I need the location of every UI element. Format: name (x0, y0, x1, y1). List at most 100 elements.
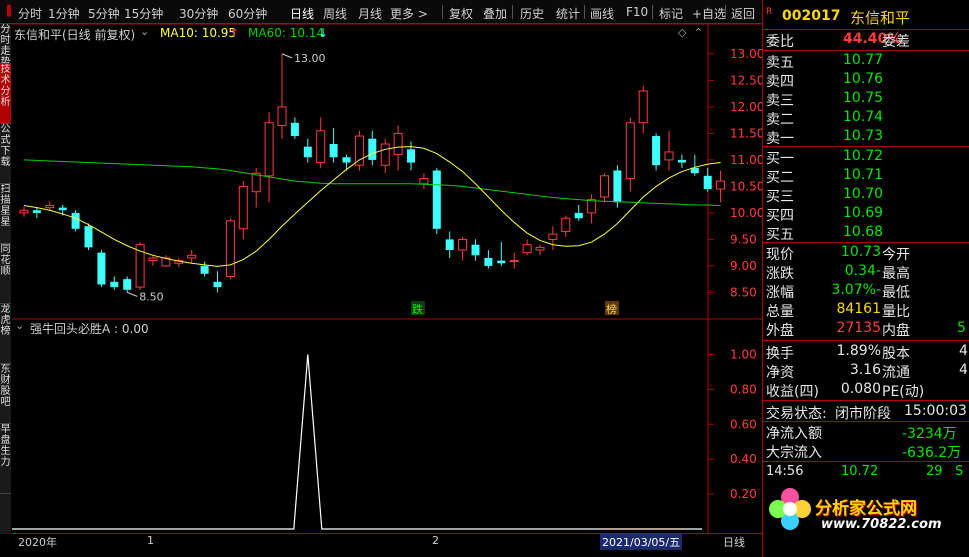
toolbar-separator (725, 5, 726, 19)
quote-right-label: 内盘 (882, 323, 910, 339)
toolbar-item-1[interactable]: 1分钟 (48, 5, 80, 22)
quote-value: -0.34 (844, 263, 881, 279)
ma10-label: MA10: 10.95 (160, 26, 237, 40)
toolbar-item-16[interactable]: 标记 (659, 5, 683, 22)
low-marker-label: 8.50 (139, 290, 164, 303)
toolbar-item-5[interactable]: 60分钟 (228, 5, 267, 22)
toolbar-item-0[interactable]: 分时 (18, 5, 42, 22)
indicator-chevron-icon[interactable]: ⌄ (15, 319, 24, 332)
candle-body-up (716, 180, 726, 190)
weicha-label: 委差 (882, 34, 910, 50)
quote-value: 27135 (836, 320, 881, 336)
toolbar-item-13[interactable]: 统计 (556, 5, 580, 22)
candle-body-up (535, 246, 545, 251)
kline-chart[interactable]: 13.00 12.50 12.00 11.50 11.00 10.50 10.00 9.50 9… (12, 24, 762, 533)
sidebar-tab-4[interactable]: 同花顺 (0, 244, 11, 304)
toolbar-item-17[interactable]: +自选 (692, 5, 726, 22)
y-tick-label: 9.00 (730, 259, 757, 273)
candle-body-up (561, 217, 571, 232)
candle-body-down (652, 136, 661, 166)
tick-price: 10.72 (841, 464, 879, 479)
axis-cursor-date: 2021/03/05/五 (600, 534, 683, 550)
toolbar-item-8[interactable]: 月线 (358, 5, 382, 22)
toolbar-item-15[interactable]: F10 (626, 5, 648, 19)
candle-body-down (200, 265, 209, 274)
toolbar-item-18[interactable]: 返回 (731, 5, 755, 22)
chevron-down-icon[interactable]: ⌄ (140, 25, 149, 38)
period-label[interactable]: 日线 (723, 534, 745, 550)
tick-volume: 29 (926, 464, 943, 479)
stat-label: 收益(四) (766, 384, 819, 400)
toolbar-item-6[interactable]: 日线 (290, 5, 314, 22)
toolbar-item-7[interactable]: 周线 (323, 5, 347, 22)
toolbar-item-11[interactable]: 叠加 (483, 5, 507, 22)
candle-body-up (600, 175, 609, 198)
sell-level-label: 卖二 (766, 112, 794, 128)
candle-body-up (316, 130, 326, 164)
badge-bang: 榜 (606, 302, 617, 316)
axis-month-2: 2 (432, 534, 439, 547)
candle-body-down (471, 244, 480, 256)
quote-right-label: 最高 (882, 266, 910, 282)
y-tick-label: 13.00 (730, 47, 762, 61)
sell-level-price: 10.76 (843, 71, 884, 87)
toolbar-item-12[interactable]: 历史 (520, 5, 544, 22)
quote-label: 涨幅 (766, 285, 794, 301)
candle-body-up (354, 135, 364, 166)
candle-body-up (148, 257, 158, 262)
net-inflow-value: -3234万 (902, 426, 957, 442)
sidebar-tab-7[interactable]: 早盘生力 (0, 424, 11, 494)
quote-value: 84161 (836, 301, 881, 317)
candle-body-up (238, 185, 248, 230)
stat-label: 换手 (766, 346, 794, 362)
toolbar-separator (652, 5, 653, 19)
buy-level-price: 10.70 (843, 186, 884, 202)
sidebar-tab-3[interactable]: 扫描星星 (0, 184, 11, 244)
y-tick-label: 11.00 (730, 153, 762, 167)
toolbar-item-10[interactable]: 复权 (449, 5, 473, 22)
toolbar-item-2[interactable]: 5分钟 (88, 5, 120, 22)
high-marker-label: 13.00 (294, 52, 326, 65)
indicator-line (12, 354, 702, 530)
sidebar-tab-5[interactable]: 龙虎榜 (0, 304, 11, 364)
toolbar-item-3[interactable]: 15分钟 (124, 5, 163, 22)
tick-time: 14:56 (766, 464, 804, 479)
candle-body-up (664, 151, 674, 161)
buy-level-price: 10.72 (843, 148, 884, 164)
sidebar-tab-1[interactable]: 技术分析 (0, 64, 11, 124)
candle-body-up (277, 106, 287, 126)
stat-label: 净资 (766, 365, 794, 381)
buy-level-label: 买四 (766, 208, 794, 224)
candle-body-up (587, 199, 597, 214)
toolbar-separator (584, 5, 585, 19)
quote-right-label: 量比 (882, 304, 910, 320)
y-tick-label: 10.00 (730, 206, 762, 220)
high-marker-line (281, 53, 293, 59)
candle-body-up (187, 254, 197, 259)
candle-body-down (368, 138, 377, 160)
candle-body-up (225, 220, 235, 278)
menu-icon[interactable]: ▐ (3, 6, 11, 17)
sidebar-tab-0[interactable]: 分时走势 (0, 24, 11, 64)
toolbar-item-9[interactable]: 更多 > (390, 5, 428, 22)
left-sidebar: 分时走势 技术分析 公式下载 扫描星星 同花顺 龙虎榜 东财股吧 早盘生力 (0, 24, 11, 534)
chevron-up-icon[interactable]: ⌃ (694, 26, 703, 39)
stat-extra: 4 (959, 343, 968, 359)
stat-value: 0.080 (840, 381, 881, 397)
sidebar-tab-6[interactable]: 东财股吧 (0, 364, 11, 424)
ma60-arrow: ↓ (318, 26, 329, 40)
candle-body-down (574, 212, 583, 219)
sidebar-tab-2[interactable]: 公式下载 (0, 124, 11, 184)
buy-level-label: 买五 (766, 227, 794, 243)
candle-body-up (625, 122, 635, 179)
sell-level-price: 10.74 (843, 109, 884, 125)
block-inflow-label: 大宗流入 (766, 445, 822, 461)
toolbar-item-14[interactable]: 画线 (590, 5, 614, 22)
diamond-icon[interactable]: ◇ (678, 26, 686, 39)
candle-body-up (419, 177, 429, 185)
quote-right-label: 最低 (882, 285, 910, 301)
watermark-title: 分析家公式网 (815, 499, 917, 519)
buy-level-price: 10.71 (843, 167, 884, 183)
toolbar-item-4[interactable]: 30分钟 (179, 5, 218, 22)
candle-body-up (638, 90, 648, 124)
